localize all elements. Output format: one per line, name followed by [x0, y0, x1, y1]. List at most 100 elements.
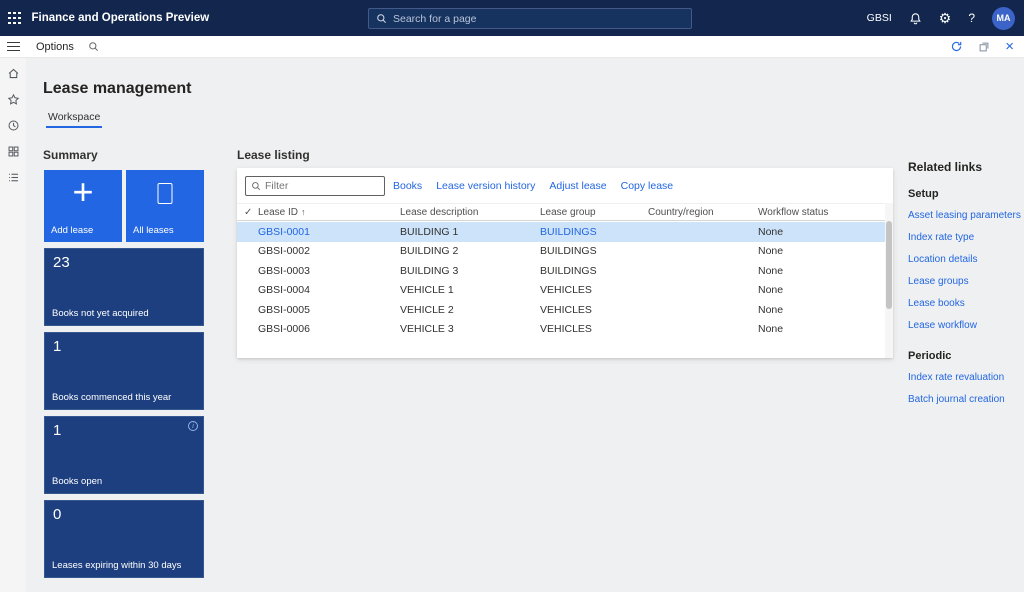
column-header-lease-description[interactable]: Lease description [400, 207, 540, 218]
action-lease-version-history[interactable]: Lease version history [436, 180, 535, 192]
lease-id-cell[interactable]: GBSI-0003 [258, 265, 400, 277]
tab-workspace[interactable]: Workspace [46, 111, 102, 128]
options-menu[interactable]: Options [36, 41, 74, 53]
lease-id-cell[interactable]: GBSI-0006 [258, 323, 400, 335]
page-search-box[interactable] [368, 8, 692, 29]
action-copy-lease[interactable]: Copy lease [621, 180, 674, 192]
table-row[interactable]: GBSI-0001BUILDING 1BUILDINGS None [237, 222, 885, 242]
lease-id-cell[interactable]: GBSI-0002 [258, 245, 400, 257]
related-section-setup: Setup Asset leasing parameters Index rate … [908, 188, 1020, 331]
link-location-details[interactable]: Location details [908, 254, 1020, 265]
related-links-sections: Setup Asset leasing parameters Index rate … [908, 188, 1020, 405]
home-icon[interactable] [7, 67, 20, 80]
tile-count-value: 1 [53, 338, 61, 355]
filter-box[interactable] [245, 176, 385, 196]
lease-id-cell[interactable]: GBSI-0001 [258, 226, 400, 238]
app-title[interactable]: Finance and Operations Preview [32, 12, 210, 24]
column-header-country-region[interactable]: Country/region [648, 207, 758, 218]
related-section-title: Setup [908, 188, 1020, 200]
workspaces-grid-icon[interactable] [7, 145, 20, 158]
open-in-new-window-icon[interactable] [978, 41, 990, 53]
lease-id-cell[interactable]: GBSI-0005 [258, 304, 400, 316]
app-launcher-icon[interactable] [8, 12, 21, 25]
link-index-rate-revaluation[interactable]: Index rate revaluation [908, 372, 1020, 383]
related-links-heading: Related links [908, 160, 1020, 174]
tile-label: Add lease [51, 225, 93, 236]
column-header-lease-id[interactable]: Lease ID↑ [258, 207, 400, 218]
lease-group-cell[interactable]: VEHICLES [540, 284, 648, 296]
tile-books-open[interactable]: 1iBooks open [44, 416, 204, 494]
topbar-right-cluster: GBSI ⚙ ? MA [867, 7, 1024, 30]
listing-actions: Books Lease version history Adjust lease Co… [393, 180, 673, 192]
tile-add-lease[interactable]: + Add lease [44, 170, 122, 242]
column-header-lease-group[interactable]: Lease group [540, 207, 648, 218]
actions-search-icon[interactable] [88, 41, 99, 52]
table-row[interactable]: GBSI-0006VEHICLE 3VEHICLESNone [237, 320, 885, 340]
workflow-status-cell: None [758, 265, 885, 277]
related-links-panel: Related links Setup Asset leasing paramet… [908, 160, 1020, 416]
link-lease-books[interactable]: Lease books [908, 298, 1020, 309]
tile-books-commenced-this-year[interactable]: 1 Books commenced this year [44, 332, 204, 410]
recent-clock-icon[interactable] [7, 119, 20, 132]
tile-count-value: 0 [53, 506, 61, 523]
modules-list-icon[interactable] [7, 171, 20, 184]
filter-search-icon [251, 181, 261, 191]
related-section-title: Periodic [908, 350, 1020, 362]
refresh-icon[interactable] [950, 40, 963, 53]
lease-description-cell: BUILDING 1 [400, 226, 540, 238]
link-index-rate-type[interactable]: Index rate type [908, 232, 1020, 243]
grid-scrollbar-thumb[interactable] [886, 221, 892, 309]
tile-label: Books commenced this year [52, 392, 171, 403]
tile-all-leases[interactable]: All leases [126, 170, 204, 242]
notifications-bell-icon[interactable] [909, 12, 922, 25]
grid-scrollbar[interactable] [885, 203, 893, 358]
workflow-status-cell: None [758, 323, 885, 335]
link-lease-workflow[interactable]: Lease workflow [908, 320, 1020, 331]
workflow-status-cell: None [758, 226, 885, 238]
summary-section-heading: Summary [43, 148, 98, 162]
hamburger-menu-icon[interactable] [7, 39, 20, 54]
tile-leases-expiring-within-30-days[interactable]: 0Leases expiring within 30 days [44, 500, 204, 578]
related-section-periodic: Periodic Index rate revaluation Batch jour… [908, 350, 1020, 405]
lease-group-cell[interactable]: VEHICLES [540, 323, 648, 335]
table-row[interactable]: GBSI-0002BUILDING 2BUILDINGSNone [237, 242, 885, 262]
lease-group-cell[interactable]: BUILDINGS [540, 245, 648, 257]
close-icon[interactable]: × [1005, 39, 1014, 54]
table-row[interactable]: GBSI-0004VEHICLE 1VEHICLES None [237, 281, 885, 301]
top-navigation-bar: Finance and Operations Preview GBSI ⚙ ? … [0, 0, 1024, 36]
select-all-checkmark-icon[interactable]: ✓ [237, 207, 258, 218]
help-icon[interactable]: ? [968, 11, 975, 25]
workflow-status-cell: None [758, 304, 885, 316]
lease-group-cell[interactable]: BUILDINGS [540, 265, 648, 277]
lease-icon [158, 183, 173, 204]
table-row[interactable]: GBSI-0003BUILDING 3BUILDINGSNone [237, 261, 885, 281]
link-lease-groups[interactable]: Lease groups [908, 276, 1020, 287]
table-row[interactable]: GBSI-0005VEHICLE 2VEHICLESNone [237, 300, 885, 320]
tile-count-value: 23 [53, 254, 70, 271]
lease-id-cell[interactable]: GBSI-0004 [258, 284, 400, 296]
page-search-input[interactable] [393, 13, 684, 25]
settings-gear-icon[interactable]: ⚙ [939, 11, 952, 25]
link-batch-journal-creation[interactable]: Batch journal creation [908, 394, 1020, 405]
workflow-status-cell: None [758, 284, 885, 296]
user-avatar[interactable]: MA [992, 7, 1015, 30]
search-icon [376, 13, 387, 24]
action-books[interactable]: Books [393, 180, 422, 192]
lease-description-cell: VEHICLE 1 [400, 284, 540, 296]
favorites-star-icon[interactable] [7, 93, 20, 106]
action-adjust-lease[interactable]: Adjust lease [549, 180, 606, 192]
plus-icon: + [72, 172, 93, 212]
tile-label: Books open [52, 476, 102, 487]
tile-count-value: 1 [53, 422, 61, 439]
grid-header: ✓Lease ID↑Lease descriptionLease groupCo… [237, 203, 885, 221]
company-selector[interactable]: GBSI [867, 12, 892, 24]
filter-input[interactable] [265, 180, 379, 192]
tile-books-not-yet-acquired[interactable]: 23 Books not yet acquired [44, 248, 204, 326]
lease-group-cell[interactable]: BUILDINGS [540, 226, 648, 238]
lease-group-cell[interactable]: VEHICLES [540, 304, 648, 316]
column-header-workflow-status[interactable]: Workflow status [758, 207, 885, 218]
page-action-bar: Options × [0, 36, 1024, 58]
link-asset-leasing-parameters[interactable]: Asset leasing parameters [908, 210, 1020, 221]
toolbar-right-cluster: × [950, 39, 1024, 54]
tile-label: Books not yet acquired [52, 308, 149, 319]
